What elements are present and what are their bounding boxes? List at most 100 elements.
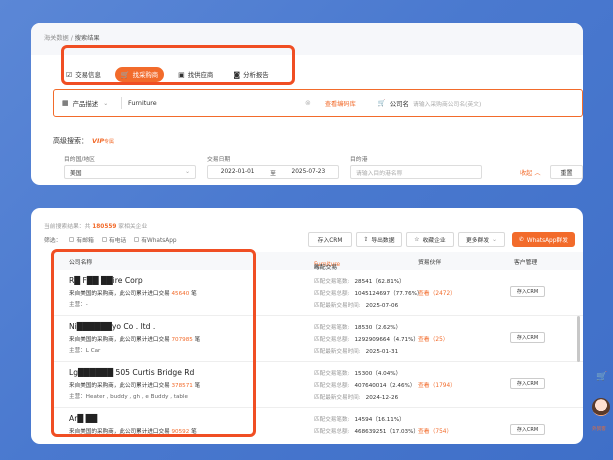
date-label: 交易日期 [207,157,231,163]
date-from[interactable]: 2022-01-01 [221,169,255,175]
match-count-label: 匹配交易笔数: [314,325,350,331]
company-main: 主营：L Car [69,346,100,354]
tab-label: 找供应商 [187,71,214,79]
match-amount-value: 468639251（17.03%） [354,429,419,435]
company-input[interactable]: 请输入采购商公司名(英文) [413,99,481,108]
company-name[interactable]: Lg██████ 505 Curtis Bridge Rd [69,368,194,377]
filter-label: 有WhatsApp [141,238,177,244]
mode-tabs: ☑ 交易信息 🛒 找采购商 ▣ 找供应商 ◙ 分析报告 [60,67,283,82]
desc-prefix: 来自美国的采购商，此公司累计进口交易 [69,429,170,435]
match-latest: 匹配最新交易时间: 2025-01-31 [314,347,398,355]
match-count-value: 15300（4.04%） [354,371,402,377]
export-button[interactable]: ⇪ 导出数据 [356,232,402,247]
button-label: WhatsApp群发 [526,238,569,244]
partner-link[interactable]: 查看（2472） [418,288,456,297]
match-count-label: 匹配交易笔数: [314,371,350,377]
row-crm-button[interactable]: 存入CRM [510,332,545,343]
avatar[interactable] [592,398,610,416]
scrollbar[interactable] [577,316,580,362]
destination-value: 美国 [70,170,82,177]
partner-link[interactable]: 查看（25） [418,334,449,343]
tab-find-suppliers[interactable]: ▣ 找供应商 [172,67,219,82]
main-value: L Car [85,348,101,354]
partner-link[interactable]: 查看（1794） [418,380,456,389]
search-type-label: 产品描述 [72,99,99,108]
desc-count: 378571 [171,383,193,389]
match-latest-value: 2024-12-26 [365,395,399,401]
destination-select[interactable]: 美国 ⌄ [64,165,196,179]
match-latest: 匹配最新交易时间: 2025-07-06 [314,301,398,309]
table-row[interactable]: Lg██████ 505 Curtis Bridge Rd 来自美国的采购商，此… [53,362,583,408]
match-latest-label: 匹配最新交易时间: [314,395,361,401]
partner-link[interactable]: 查看（754） [418,426,452,435]
tab-label: 交易信息 [75,71,101,79]
desc-suffix: 笔 [191,429,197,435]
row-crm-button[interactable]: 存入CRM [510,424,545,435]
desc-prefix: 来自美国的采购商，此公司累计进口交易 [69,383,170,389]
date-range[interactable]: 2022-01-01 至 2025-07-23 [207,165,339,179]
button-label: 收藏企业 [422,238,446,244]
save-crm-button[interactable]: 存入CRM [308,232,352,247]
table-row[interactable]: R█ F██ ██ire Corp 来自美国的采购商，此公司累计进口交易 456… [53,270,583,316]
favorite-button[interactable]: ☆ 收藏企业 [406,232,454,247]
filter-row: 筛选： 有邮箱 有电话 有WhatsApp [44,235,177,244]
supplier-icon: ▣ [178,70,185,79]
main-label: 主营： [69,348,86,354]
cart-icon: 🛒 [120,70,130,79]
star-icon: ☆ [414,236,420,243]
company-name[interactable]: Ni██████yo Co . ltd . [69,322,155,331]
tab-find-buyers[interactable]: 🛒 找采购商 [114,67,165,82]
table-row[interactable]: Ni██████yo Co . ltd . 来自美国的采购商，此公司累计进口交易… [53,316,583,362]
match-amount: 匹配交易总额: 468639251（17.03%） [314,427,419,435]
code-library-link[interactable]: 查看编码库 [325,99,356,108]
filter-whatsapp[interactable]: 有WhatsApp [134,235,177,244]
breadcrumb-parent[interactable]: 海关数据 [44,35,69,42]
table-row[interactable]: Ar█ ██ 来自美国的采购商，此公司累计进口交易 90592 笔 匹配交易笔数… [53,408,583,444]
button-label: 导出数据 [371,238,395,244]
match-amount: 匹配交易总额: 1292909664（4.71%） [314,335,419,343]
whatsapp-broadcast-button[interactable]: ✆ WhatsApp群发 [512,232,575,247]
match-count-value: 18530（2.62%） [354,325,402,331]
row-crm-button[interactable]: 存入CRM [510,286,545,297]
match-count-value: 28541（62.81%） [354,279,405,285]
search-input[interactable]: Furniture [122,99,305,107]
cart-icon: 🛒 [377,99,386,107]
tab-analysis-report[interactable]: ◙ 分析报告 [227,67,274,82]
match-latest-value: 2025-07-06 [365,303,399,309]
filter-label: 筛选： [44,238,62,244]
desc-count: 45640 [171,291,190,297]
row-crm-button[interactable]: 存入CRM [510,378,545,389]
collapse-label: 收起 [520,170,533,177]
filter-phone[interactable]: 有电话 [101,235,126,244]
filter-email[interactable]: 有邮箱 [69,235,94,244]
match-latest: 匹配最新交易时间: 2024-12-26 [314,393,398,401]
reset-button[interactable]: 重置 [550,165,583,179]
match-latest-label: 匹配最新交易时间: [314,349,361,355]
match-amount-label: 匹配交易总额: [314,383,350,389]
company-search[interactable]: 🛒 公司名 请输入采购商公司名(英文) [378,99,481,108]
customer-service-label[interactable]: 外贸客 [592,426,606,432]
company-name[interactable]: Ar█ ██ [69,414,97,423]
header-partner: 贸易伙伴 [418,260,442,266]
advanced-search-title: 高级搜索： VIP专属 [53,136,114,146]
desc-suffix: 笔 [191,291,197,297]
main-value: - [85,302,88,308]
header-strip [31,23,583,55]
collapse-link[interactable]: 收起 ︿ [520,168,541,177]
company-name[interactable]: R█ F██ ██ire Corp [69,276,143,285]
port-input[interactable]: 请输入目的港名称 [350,165,482,179]
calendar-icon: ▦ [62,99,69,107]
chevron-down-icon: ⌄ [185,169,190,175]
match-amount: 匹配交易总额: 407640014（2.46%） [314,381,415,389]
cart-icon[interactable]: 🛒 [596,372,607,382]
tab-transactions[interactable]: ☑ 交易信息 [60,67,107,82]
checkbox-icon [69,237,75,242]
match-count: 匹配交易笔数: 14594（16.11%） [314,415,405,423]
main-label: 主营： [69,302,86,308]
clear-icon[interactable]: ⊗ [305,99,311,107]
search-type-select[interactable]: ▦ 产品描述 ⌄ [54,99,121,108]
more-broadcast-button[interactable]: 更多群发 ⌄ [458,232,505,247]
date-to[interactable]: 2025-07-23 [292,169,326,175]
search-panel: 海关数据 / 搜索结果 ☑ 交易信息 🛒 找采购商 ▣ 找供应商 ◙ 分析报告 … [31,23,583,185]
report-icon: ◙ [233,70,241,79]
